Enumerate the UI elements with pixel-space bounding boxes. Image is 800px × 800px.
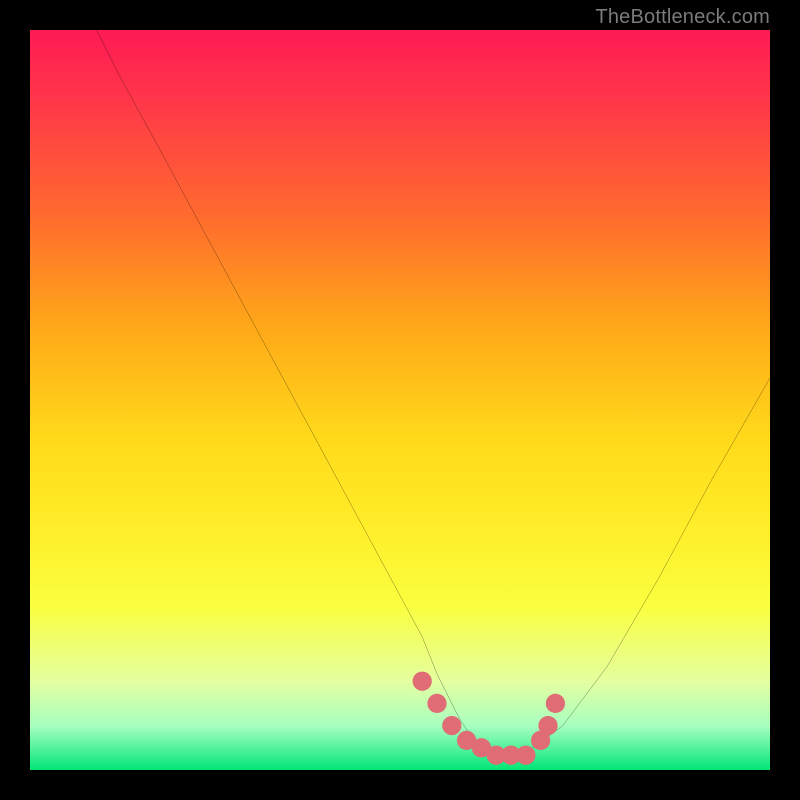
curve-layer bbox=[30, 30, 770, 770]
plateau-dot bbox=[516, 746, 535, 765]
plateau-dot bbox=[442, 716, 461, 735]
brand-watermark: TheBottleneck.com bbox=[595, 6, 770, 29]
plateau-dot bbox=[427, 694, 446, 713]
plot-area bbox=[30, 30, 770, 770]
bottleneck-curve-path bbox=[97, 30, 770, 755]
plateau-dot bbox=[546, 694, 565, 713]
plateau-dot bbox=[413, 672, 432, 691]
plateau-dots-group bbox=[413, 672, 565, 765]
plateau-dot bbox=[538, 716, 557, 735]
chart-frame: TheBottleneck.com bbox=[0, 0, 800, 800]
